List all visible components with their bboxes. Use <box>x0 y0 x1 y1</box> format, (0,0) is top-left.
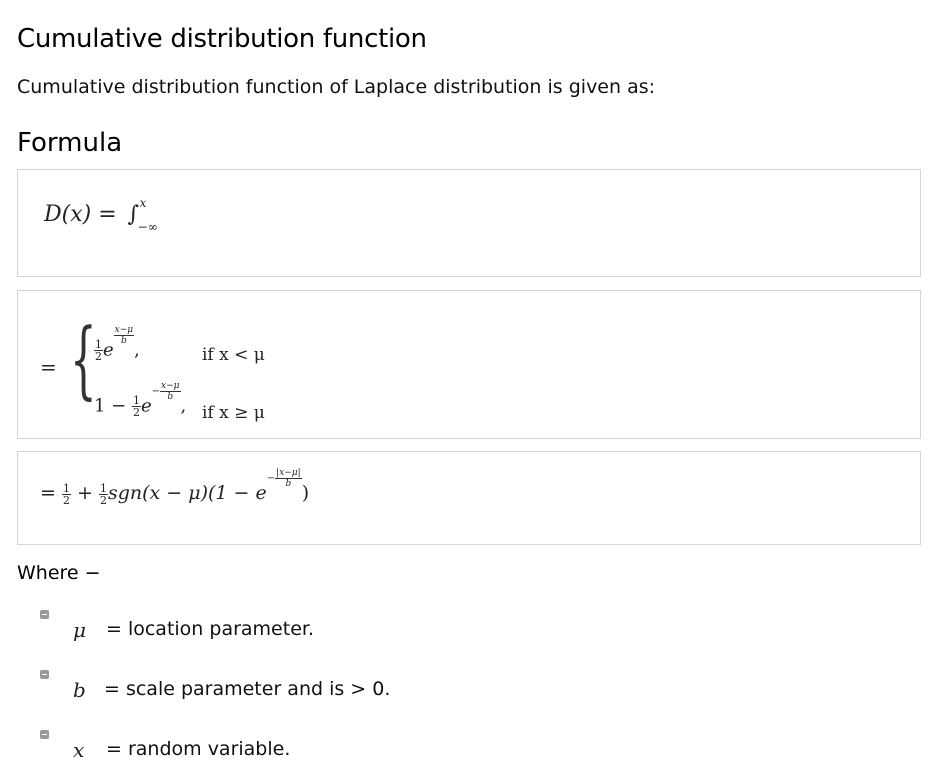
bullet-icon <box>40 670 49 679</box>
intro-text: Cumulative distribution function of Lapl… <box>17 76 656 98</box>
case-two-expression: 1 − 1 2 e− x−μ b, <box>94 381 187 419</box>
half-fraction: 12 <box>94 338 103 363</box>
left-brace: { <box>70 310 97 408</box>
definition-text: = scale parameter and is > 0. <box>104 678 391 700</box>
definition-symbol: x <box>73 738 85 762</box>
integral-sign: ∫ x −∞ <box>127 196 158 234</box>
formula-box-sgn: = 12 + 1 2 sgn(x − μ)(1 − e− |x−μ| b) <box>17 451 921 545</box>
formula-box-piecewise: = { 1 2 e x−μ b, if x < μ 1 − 1 2 e− x−μ b, if x… <box>17 290 921 439</box>
case-one-expression: 1 2 e x−μ b, <box>94 325 140 363</box>
case-two-condition: if x ≥ μ <box>202 403 265 423</box>
sgn-exponent: − |x−μ| b <box>266 468 302 489</box>
formula-heading: Formula <box>17 128 123 158</box>
case-two-exponent: − x−μ b <box>151 381 181 402</box>
where-label: Where − <box>17 562 101 584</box>
definition-symbol: b <box>73 678 86 702</box>
half-fraction: 12 <box>131 394 141 419</box>
section-heading: Cumulative distribution function <box>17 24 427 54</box>
integral-lower-limit: −∞ <box>137 220 158 234</box>
definition-symbol: μ <box>73 618 86 642</box>
bullet-icon <box>40 610 49 619</box>
integral-equation: D(x) = ∫ x −∞ <box>44 196 158 234</box>
integral-upper-limit: x <box>139 196 147 210</box>
equals-sign: = <box>40 355 57 379</box>
half-fraction: 12 <box>98 481 108 507</box>
sgn-equation: = 12 + 1 2 sgn(x − μ)(1 − e− |x−μ| b) <box>40 468 310 507</box>
case-one-exponent: x−μ b <box>113 325 135 346</box>
formula-box-integral: D(x) = ∫ x −∞ <box>17 169 921 277</box>
definition-text: = location parameter. <box>106 618 314 640</box>
cdf-lhs: D(x) = <box>44 202 124 227</box>
bullet-icon <box>40 730 49 739</box>
definition-text: = random variable. <box>106 738 291 760</box>
half-fraction: 12 <box>61 481 71 507</box>
case-one-condition: if x < μ <box>202 345 265 365</box>
piecewise-equation: = { 1 2 e x−μ b, if x < μ 1 − 1 2 e− x−μ b, if x… <box>40 310 440 423</box>
